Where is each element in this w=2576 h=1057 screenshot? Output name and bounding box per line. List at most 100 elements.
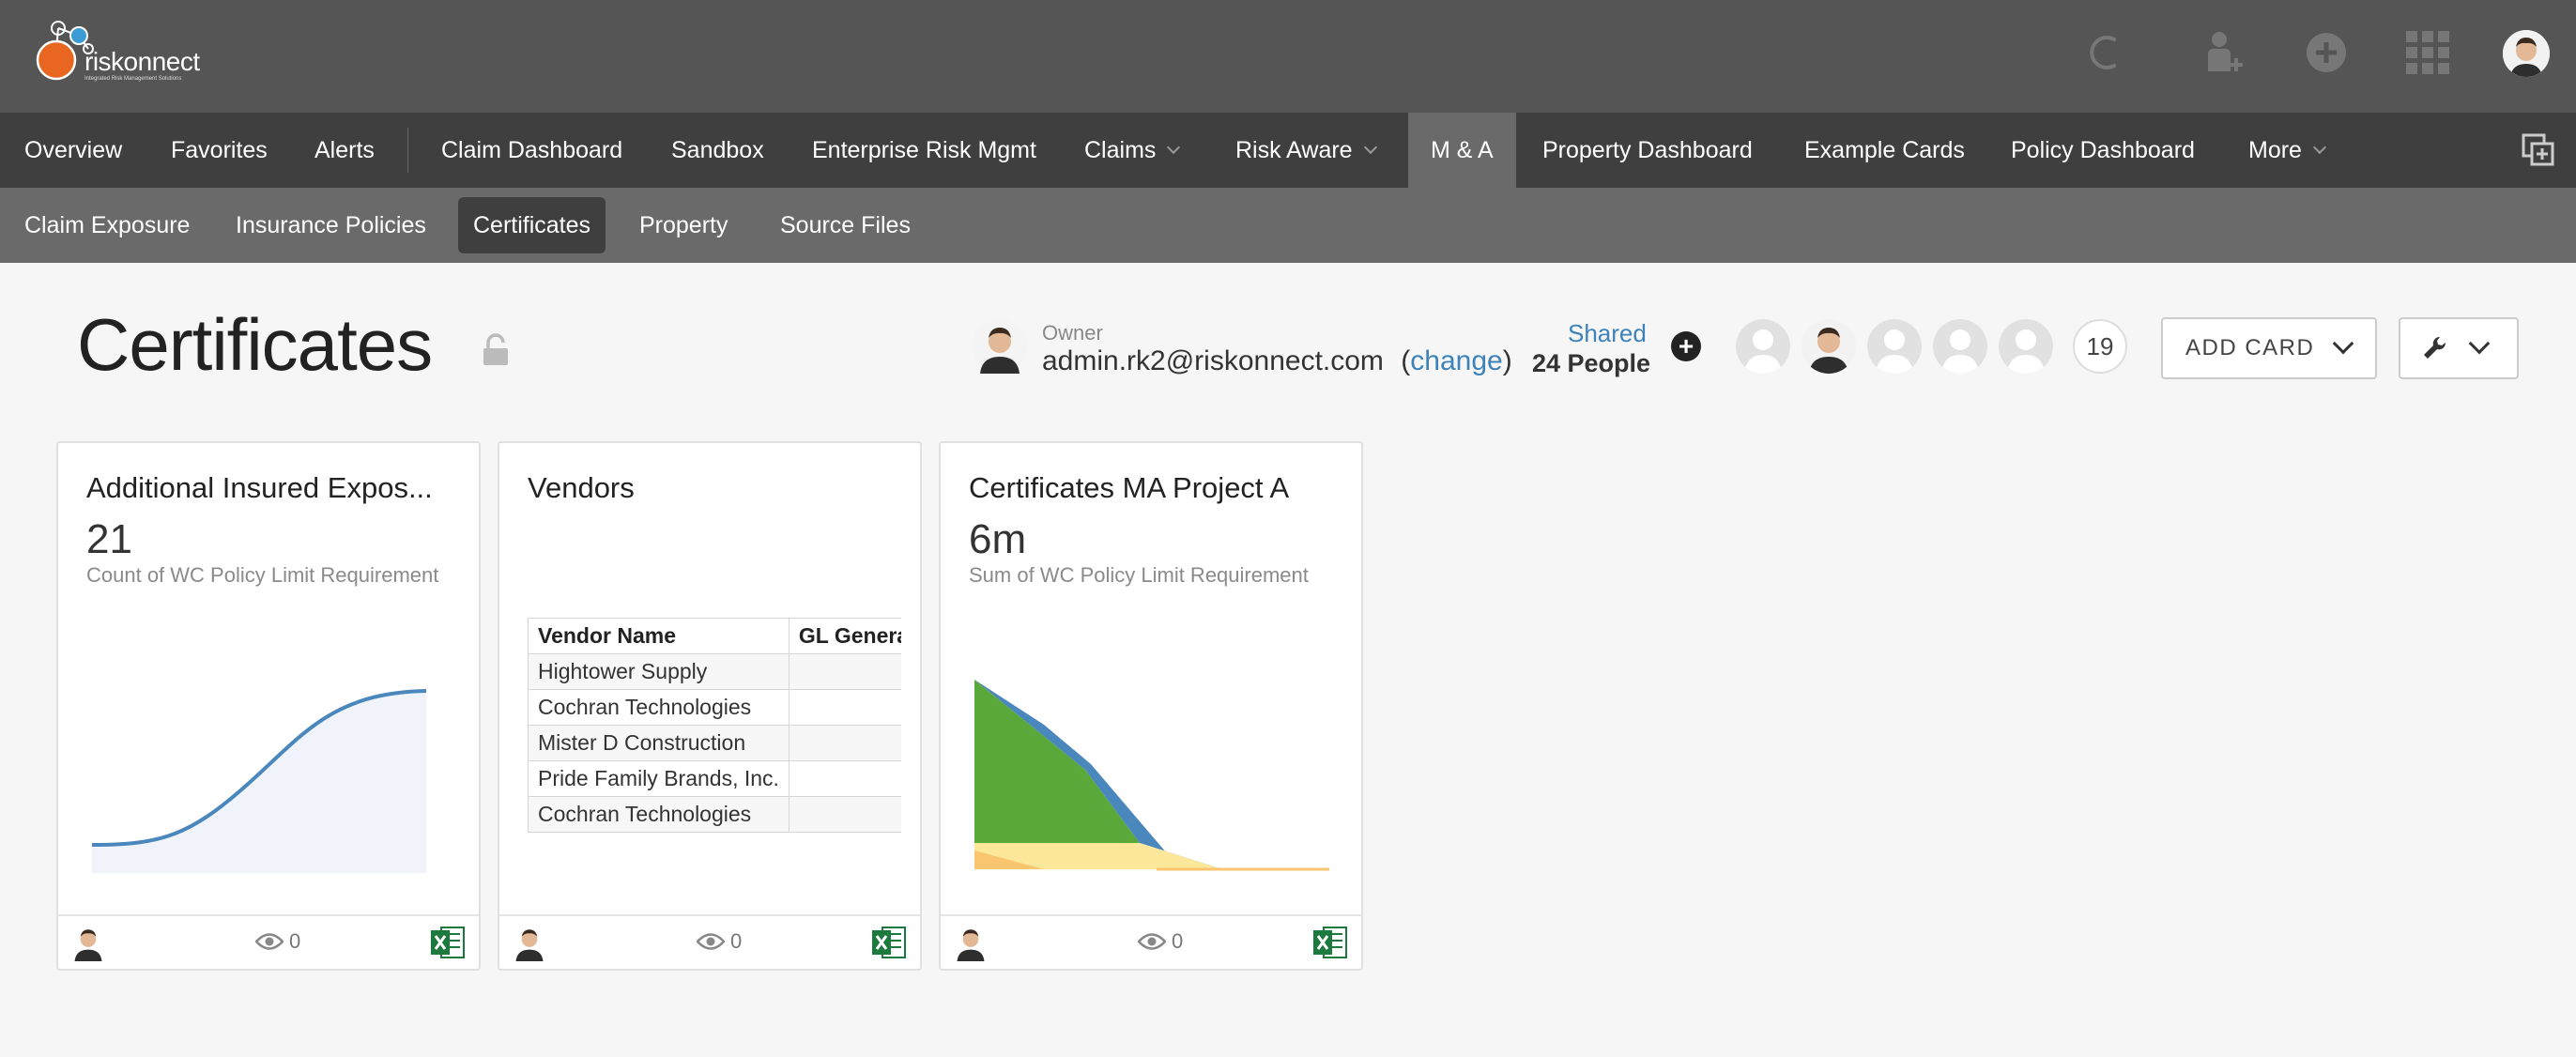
nav-m-and-a[interactable]: M & A xyxy=(1408,113,1516,188)
table-header-row: Vendor Name GL Genera xyxy=(528,618,901,654)
table-cell xyxy=(788,725,901,761)
nav-risk-aware-label: Risk Aware xyxy=(1235,137,1353,163)
table-row: Hightower Supply xyxy=(528,653,901,690)
owner-label: Owner xyxy=(1042,321,1103,345)
loading-spinner-icon xyxy=(2082,26,2135,79)
column-header[interactable]: Vendor Name xyxy=(528,618,790,654)
owner-avatar xyxy=(973,319,1027,374)
add-circle-icon[interactable] xyxy=(2300,26,2353,79)
nav-more-label: More xyxy=(2248,137,2302,163)
eye-icon xyxy=(696,931,726,957)
page-title: Certificates xyxy=(77,303,433,386)
card-metric: 6m xyxy=(969,516,1027,562)
table-row: Mister D Construction xyxy=(528,725,901,761)
excel-export-icon[interactable] xyxy=(430,926,466,964)
view-count: 0 xyxy=(730,929,743,953)
change-close-paren: ) xyxy=(1502,345,1512,376)
nav-settings-icon[interactable] xyxy=(2522,133,2555,167)
card-footer: 0 xyxy=(941,914,1361,971)
riskonnect-logo[interactable]: riskonnect Integrated Risk Management So… xyxy=(30,17,227,92)
area-chart xyxy=(974,680,1329,871)
card-subtitle: Sum of WC Policy Limit Requirement xyxy=(969,563,1309,587)
table-row: Cochran Technologies xyxy=(528,689,901,726)
chevron-down-icon xyxy=(2332,332,2354,355)
tools-menu-button[interactable] xyxy=(2399,317,2519,379)
shared-person-avatar[interactable] xyxy=(1802,319,1856,374)
excel-export-icon[interactable] xyxy=(1312,926,1348,964)
nav-policy-dashboard[interactable]: Policy Dashboard xyxy=(2011,113,2195,188)
shared-person-avatar[interactable] xyxy=(1999,319,2053,374)
table-row: Pride Family Brands, Inc. xyxy=(528,760,901,797)
nav-claim-dashboard[interactable]: Claim Dashboard xyxy=(441,113,622,188)
nav-divider xyxy=(407,128,408,173)
table-cell xyxy=(788,760,901,797)
top-header: riskonnect Integrated Risk Management So… xyxy=(0,0,2576,113)
card-footer: 0 xyxy=(499,914,920,971)
shared-link[interactable]: Shared xyxy=(1568,319,1647,348)
view-count: 0 xyxy=(1172,929,1184,953)
tab-property[interactable]: Property xyxy=(624,197,743,253)
chevron-down-icon xyxy=(1167,140,1181,155)
nav-claims[interactable]: Claims xyxy=(1084,113,1181,188)
unlock-icon[interactable] xyxy=(481,333,511,372)
tab-insurance-policies[interactable]: Insurance Policies xyxy=(221,197,441,253)
logo-wordmark: riskonnect xyxy=(84,47,200,76)
card-owner-avatar xyxy=(511,924,548,961)
table-row: Cochran Technologies xyxy=(528,796,901,833)
area-series-green xyxy=(974,680,1140,843)
secondary-nav: Claim Exposure Insurance Policies Certif… xyxy=(0,188,2576,263)
shared-count: 24 People xyxy=(1532,349,1651,377)
nav-claims-label: Claims xyxy=(1084,137,1157,163)
shared-person-avatar[interactable] xyxy=(1736,319,1790,374)
chevron-down-icon xyxy=(1363,140,1377,155)
table-cell xyxy=(788,689,901,726)
eye-icon xyxy=(1137,931,1167,957)
logo-tagline: Integrated Risk Management Solutions xyxy=(84,76,182,82)
nav-more[interactable]: More xyxy=(2248,113,2327,188)
table-cell: Pride Family Brands, Inc. xyxy=(528,760,790,797)
card-certificates-ma-project-a[interactable]: Certificates MA Project A 6m Sum of WC P… xyxy=(939,441,1363,971)
nav-alerts[interactable]: Alerts xyxy=(314,113,375,188)
user-avatar[interactable] xyxy=(2503,30,2550,77)
card-metric: 21 xyxy=(86,516,132,562)
table-cell: Cochran Technologies xyxy=(528,796,790,833)
card-additional-insured[interactable]: Additional Insured Expos... 21 Count of … xyxy=(56,441,481,971)
table-cell: Mister D Construction xyxy=(528,725,790,761)
add-share-icon[interactable]: + xyxy=(1671,331,1701,361)
card-owner-avatar xyxy=(952,924,989,961)
nav-example-cards[interactable]: Example Cards xyxy=(1804,113,1965,188)
app-launcher-icon[interactable] xyxy=(2401,26,2454,79)
nav-risk-aware[interactable]: Risk Aware xyxy=(1235,113,1377,188)
add-card-label: ADD CARD xyxy=(2185,335,2315,360)
tab-claim-exposure[interactable]: Claim Exposure xyxy=(9,197,205,253)
tab-certificates[interactable]: Certificates xyxy=(458,197,606,253)
add-card-button[interactable]: ADD CARD xyxy=(2161,317,2377,379)
nav-sandbox[interactable]: Sandbox xyxy=(671,113,764,188)
shared-person-avatar[interactable] xyxy=(1867,319,1922,374)
tab-source-files[interactable]: Source Files xyxy=(765,197,926,253)
card-subtitle: Count of WC Policy Limit Requirement xyxy=(86,563,439,587)
eye-icon xyxy=(254,931,284,957)
nav-favorites[interactable]: Favorites xyxy=(171,113,268,188)
sparkline-chart xyxy=(91,689,427,873)
card-title: Certificates MA Project A xyxy=(969,471,1290,504)
card-owner-avatar xyxy=(69,924,107,961)
change-open-paren: ( xyxy=(1401,345,1411,376)
more-people-count[interactable]: 19 xyxy=(2073,319,2127,374)
nav-overview[interactable]: Overview xyxy=(24,113,122,188)
card-title: Additional Insured Expos... xyxy=(86,471,433,504)
shared-person-avatar[interactable] xyxy=(1933,319,1987,374)
nav-enterprise-risk-mgmt[interactable]: Enterprise Risk Mgmt xyxy=(812,113,1036,188)
sparkline-area xyxy=(92,691,426,873)
change-owner-link[interactable]: change xyxy=(1410,345,1502,376)
view-count: 0 xyxy=(289,929,301,953)
card-title: Vendors xyxy=(528,471,635,504)
card-vendors[interactable]: Vendors Vendor Name GL Genera Hightower … xyxy=(498,441,922,971)
nav-property-dashboard[interactable]: Property Dashboard xyxy=(1542,113,1753,188)
add-user-icon[interactable] xyxy=(2199,26,2251,79)
column-header[interactable]: GL Genera xyxy=(788,618,901,654)
chevron-down-icon xyxy=(2312,140,2327,155)
excel-export-icon[interactable] xyxy=(871,926,907,964)
owner-email: admin.rk2@riskonnect.com (change) xyxy=(1042,345,1512,377)
table-cell xyxy=(788,796,901,833)
